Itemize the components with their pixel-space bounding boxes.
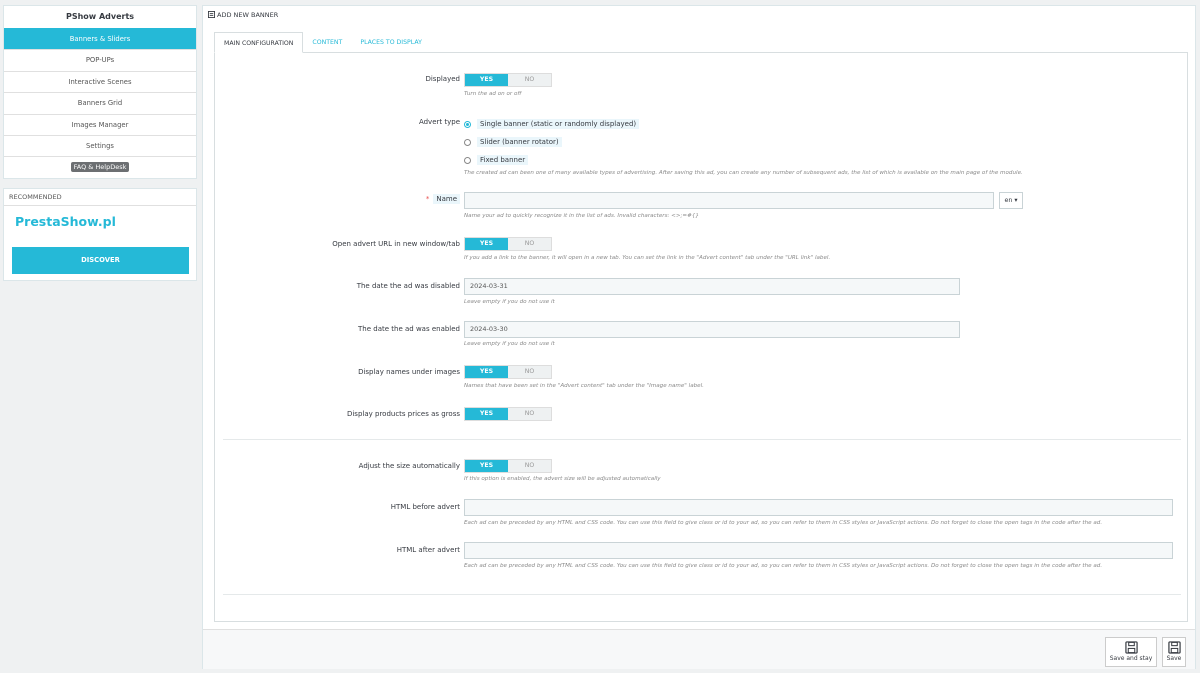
section-divider bbox=[223, 439, 1181, 440]
date-disabled-input[interactable]: 2024-03-31 bbox=[464, 278, 960, 295]
prestashow-logo[interactable]: PrestaShow.pl bbox=[15, 214, 116, 229]
html-after-input[interactable] bbox=[464, 542, 1173, 559]
radio-icon[interactable] bbox=[464, 156, 471, 164]
new-window-no[interactable]: NO bbox=[508, 238, 551, 250]
floppy-disk-icon bbox=[1167, 641, 1181, 654]
displayed-help: Turn the ad on or off bbox=[464, 91, 522, 97]
required-marker: * bbox=[425, 195, 430, 203]
display-names-yes[interactable]: YES bbox=[465, 366, 508, 378]
adjust-size-no[interactable]: NO bbox=[508, 460, 551, 472]
advert-type-slider-label: Slider (banner rotator) bbox=[477, 137, 562, 147]
sidebar-item-banners-sliders[interactable]: Banners & Sliders bbox=[4, 28, 196, 50]
display-names-no[interactable]: NO bbox=[508, 366, 551, 378]
display-prices-toggle[interactable]: YES NO bbox=[464, 407, 552, 421]
advert-type-help: The created ad can been one of many avai… bbox=[464, 170, 1023, 176]
display-prices-label: Display products prices as gross bbox=[346, 410, 460, 418]
tab-content[interactable]: CONTENT bbox=[303, 32, 351, 53]
adjust-size-toggle[interactable]: YES NO bbox=[464, 459, 552, 473]
radio-icon[interactable] bbox=[464, 138, 471, 146]
adjust-size-help: If this option is enabled, the advert si… bbox=[464, 476, 661, 482]
displayed-yes[interactable]: YES bbox=[465, 74, 508, 86]
module-menu: PShow Adverts Banners & Sliders POP-UPs … bbox=[3, 5, 197, 179]
sidebar-item-faq[interactable]: FAQ & HelpDesk bbox=[4, 156, 196, 177]
radio-selected-icon[interactable] bbox=[464, 120, 471, 128]
document-icon bbox=[208, 11, 215, 18]
language-dropdown[interactable]: en ▾ bbox=[999, 192, 1023, 209]
name-help: Name your ad to quickly recognize it in … bbox=[464, 213, 699, 219]
sidebar-item-images-manager[interactable]: Images Manager bbox=[4, 113, 196, 135]
tab-bar: MAIN CONFIGURATION CONTENT PLACES TO DIS… bbox=[214, 32, 431, 53]
html-after-help: Each ad can be preceded by any HTML and … bbox=[464, 563, 1103, 569]
name-input[interactable] bbox=[464, 192, 994, 209]
date-enabled-label: The date the ad was enabled bbox=[358, 325, 460, 333]
main-configuration-form: Displayed YES NO Turn the ad on or off A… bbox=[214, 52, 1188, 622]
date-disabled-help: Leave empty if you do not use it bbox=[464, 299, 555, 305]
sidebar-item-banners-grid[interactable]: Banners Grid bbox=[4, 92, 196, 113]
advert-type-slider[interactable]: Slider (banner rotator) bbox=[464, 137, 562, 147]
new-window-help: If you add a link to the banner, it will… bbox=[464, 255, 831, 261]
displayed-no[interactable]: NO bbox=[508, 74, 551, 86]
save-and-stay-button[interactable]: Save and stay bbox=[1105, 637, 1157, 667]
name-label: * Name bbox=[425, 194, 460, 204]
display-prices-no[interactable]: NO bbox=[508, 408, 551, 420]
name-label-text: Name bbox=[433, 194, 460, 204]
html-after-label: HTML after advert bbox=[396, 546, 460, 554]
faq-badge: FAQ & HelpDesk bbox=[70, 162, 130, 173]
discover-button[interactable]: DISCOVER bbox=[12, 246, 189, 274]
display-names-help: Names that have been set in the "Advert … bbox=[464, 383, 704, 389]
advert-type-fixed-label: Fixed banner bbox=[477, 155, 529, 165]
advert-type-label: Advert type bbox=[418, 118, 460, 126]
display-names-toggle[interactable]: YES NO bbox=[464, 365, 552, 379]
sidebar: PShow Adverts Banners & Sliders POP-UPs … bbox=[3, 5, 197, 281]
adjust-size-yes[interactable]: YES bbox=[465, 460, 508, 472]
display-prices-yes[interactable]: YES bbox=[465, 408, 508, 420]
new-window-label: Open advert URL in new window/tab bbox=[332, 240, 460, 248]
new-window-yes[interactable]: YES bbox=[465, 238, 508, 250]
floppy-disk-icon bbox=[1124, 641, 1138, 654]
add-banner-panel: ADD NEW BANNER MAIN CONFIGURATION CONTEN… bbox=[202, 5, 1196, 669]
sidebar-item-popups[interactable]: POP-UPs bbox=[4, 49, 196, 70]
panel-footer: Save and stay Save bbox=[203, 629, 1195, 669]
date-enabled-help: Leave empty if you do not use it bbox=[464, 341, 555, 347]
date-enabled-input[interactable]: 2024-03-30 bbox=[464, 321, 960, 338]
sidebar-item-settings[interactable]: Settings bbox=[4, 134, 196, 156]
recommended-box: RECOMMENDED PrestaShow.pl DISCOVER bbox=[3, 187, 197, 281]
save-and-stay-label: Save and stay bbox=[1109, 655, 1153, 662]
advert-type-fixed[interactable]: Fixed banner bbox=[464, 155, 529, 165]
tab-main-configuration[interactable]: MAIN CONFIGURATION bbox=[214, 32, 304, 53]
displayed-toggle[interactable]: YES NO bbox=[464, 73, 552, 87]
adjust-size-label: Adjust the size automatically bbox=[358, 462, 460, 470]
sidebar-item-interactive-scenes[interactable]: Interactive Scenes bbox=[4, 70, 196, 92]
panel-heading: ADD NEW BANNER bbox=[203, 6, 1195, 23]
new-window-toggle[interactable]: YES NO bbox=[464, 237, 552, 251]
advert-type-single-label: Single banner (static or randomly displa… bbox=[477, 119, 640, 129]
displayed-label: Displayed bbox=[425, 75, 460, 83]
html-before-label: HTML before advert bbox=[390, 503, 460, 511]
advert-type-single[interactable]: Single banner (static or randomly displa… bbox=[464, 119, 640, 129]
save-button[interactable]: Save bbox=[1162, 637, 1186, 667]
panel-title: ADD NEW BANNER bbox=[217, 10, 279, 19]
form-bottom-divider bbox=[223, 594, 1181, 595]
module-title: PShow Adverts bbox=[65, 12, 135, 21]
recommended-heading: RECOMMENDED bbox=[4, 189, 196, 206]
display-names-label: Display names under images bbox=[358, 368, 460, 376]
date-disabled-label: The date the ad was disabled bbox=[356, 282, 460, 290]
tab-places-to-display[interactable]: PLACES TO DISPLAY bbox=[351, 32, 431, 53]
html-before-input[interactable] bbox=[464, 499, 1173, 516]
save-label: Save bbox=[1166, 655, 1182, 662]
html-before-help: Each ad can be preceded by any HTML and … bbox=[464, 520, 1103, 526]
